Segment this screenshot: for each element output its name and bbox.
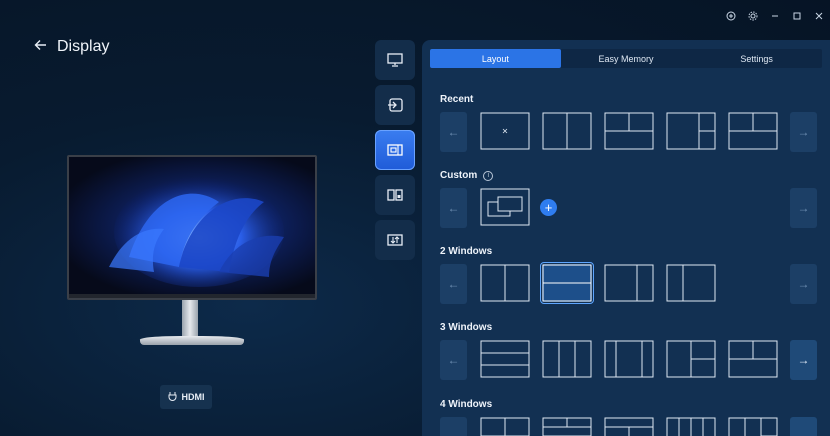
back-arrow-icon[interactable] bbox=[34, 38, 47, 56]
add-custom-layout-icon[interactable]: + bbox=[540, 199, 557, 216]
layout-thumb[interactable] bbox=[728, 112, 778, 150]
gear-icon[interactable] bbox=[742, 8, 764, 24]
section-title-custom: Custom i bbox=[440, 170, 494, 181]
three-windows-row: ← → bbox=[440, 340, 830, 380]
layout-panel: Layout Easy Memory Settings Recent ← → C… bbox=[422, 40, 830, 436]
section-title-four-windows: 4 Windows bbox=[440, 399, 492, 410]
layout-thumb[interactable] bbox=[666, 340, 716, 378]
layout-thumb[interactable] bbox=[666, 264, 716, 302]
monitor-chin bbox=[69, 294, 315, 298]
scroll-right-icon[interactable]: → bbox=[790, 264, 817, 304]
layout-thumb[interactable] bbox=[666, 417, 716, 436]
page-header: Display bbox=[34, 38, 109, 56]
layout-thumb[interactable] bbox=[542, 417, 592, 436]
tool-strip bbox=[375, 40, 415, 260]
section-label: 3 Windows bbox=[440, 322, 493, 333]
window-controls bbox=[720, 8, 830, 24]
close-icon[interactable] bbox=[808, 8, 830, 24]
layout-thumb[interactable] bbox=[480, 417, 530, 436]
section-title-recent: Recent bbox=[440, 94, 473, 105]
info-icon[interactable]: i bbox=[483, 170, 494, 181]
scroll-right-icon[interactable]: → bbox=[790, 417, 817, 436]
layout-thumb[interactable] bbox=[604, 112, 654, 150]
maximize-icon[interactable] bbox=[786, 8, 808, 24]
layout-thumb[interactable] bbox=[728, 417, 778, 436]
section-title-three-windows: 3 Windows bbox=[440, 322, 492, 333]
scroll-right-icon[interactable]: → bbox=[790, 188, 817, 228]
picture-in-picture-icon[interactable] bbox=[375, 175, 415, 215]
layout-thumb[interactable] bbox=[728, 340, 778, 378]
plug-icon bbox=[168, 391, 177, 403]
display-settings-icon[interactable] bbox=[375, 220, 415, 260]
monitor-image bbox=[67, 155, 317, 300]
layout-icon[interactable] bbox=[375, 130, 415, 170]
tab-bar: Layout Easy Memory Settings bbox=[430, 49, 822, 68]
input-source-label: HDMI bbox=[181, 392, 205, 402]
tab-easy-memory[interactable]: Easy Memory bbox=[561, 49, 692, 68]
input-source-icon[interactable] bbox=[375, 85, 415, 125]
section-label: Custom bbox=[440, 170, 478, 181]
layout-thumb[interactable] bbox=[542, 112, 592, 150]
layout-thumb-selected[interactable] bbox=[540, 262, 594, 304]
scroll-right-icon[interactable]: → bbox=[790, 112, 817, 152]
section-label: Recent bbox=[440, 94, 474, 105]
section-label: 2 Windows bbox=[440, 246, 493, 257]
tab-settings[interactable]: Settings bbox=[691, 49, 822, 68]
layout-thumb[interactable] bbox=[480, 264, 530, 302]
layout-thumb[interactable] bbox=[604, 340, 654, 378]
two-windows-row: ← → bbox=[440, 262, 830, 304]
four-windows-row: ← → bbox=[440, 417, 830, 436]
custom-layout-thumb[interactable] bbox=[480, 188, 530, 226]
scroll-left-icon[interactable]: ← bbox=[440, 112, 467, 152]
plus-circle-icon[interactable] bbox=[720, 8, 742, 24]
tab-layout[interactable]: Layout bbox=[430, 49, 561, 68]
scroll-left-icon[interactable]: ← bbox=[440, 340, 467, 380]
wallpaper-bloom-image bbox=[69, 157, 315, 294]
scroll-left-icon[interactable]: ← bbox=[440, 417, 467, 436]
layout-thumb[interactable] bbox=[480, 112, 530, 150]
monitor-icon[interactable] bbox=[375, 40, 415, 80]
section-label: 4 Windows bbox=[440, 399, 493, 410]
monitor-stand bbox=[182, 300, 198, 340]
layout-thumb[interactable] bbox=[542, 340, 592, 378]
scroll-right-icon[interactable]: → bbox=[790, 340, 817, 380]
custom-row: ← + → bbox=[440, 188, 830, 228]
layout-thumb[interactable] bbox=[480, 340, 530, 378]
layout-thumb[interactable] bbox=[604, 417, 654, 436]
scroll-left-icon[interactable]: ← bbox=[440, 264, 467, 304]
scroll-left-icon[interactable]: ← bbox=[440, 188, 467, 228]
section-title-two-windows: 2 Windows bbox=[440, 246, 492, 257]
monitor-base bbox=[140, 336, 244, 345]
layout-thumb[interactable] bbox=[666, 112, 716, 150]
input-source-badge[interactable]: HDMI bbox=[160, 385, 212, 409]
recent-row: ← → bbox=[440, 112, 830, 152]
layout-thumb[interactable] bbox=[604, 264, 654, 302]
minimize-icon[interactable] bbox=[764, 8, 786, 24]
page-title: Display bbox=[57, 38, 110, 55]
